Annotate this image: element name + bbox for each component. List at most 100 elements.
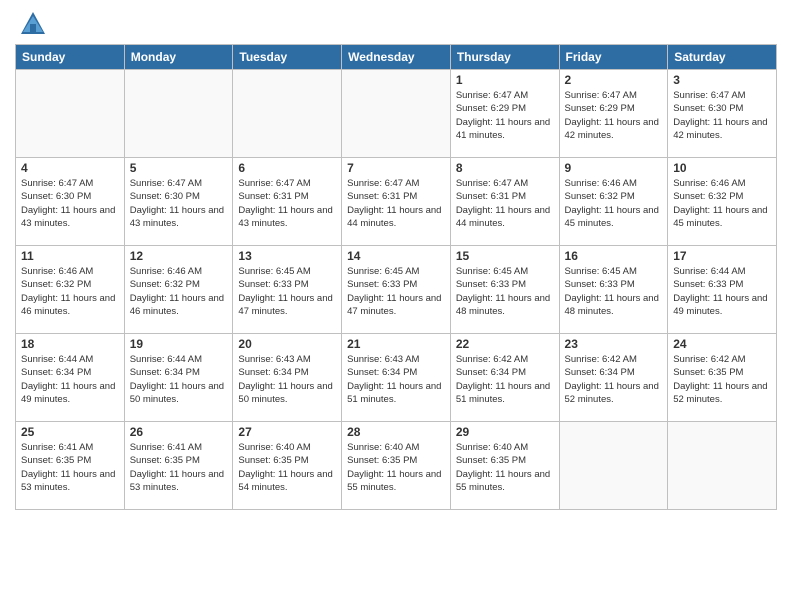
day-number: 2 bbox=[565, 73, 663, 87]
day-number: 12 bbox=[130, 249, 228, 263]
weekday-header-sunday: Sunday bbox=[16, 45, 125, 70]
day-cell: 26 Sunrise: 6:41 AM Sunset: 6:35 PM Dayli… bbox=[124, 422, 233, 510]
logo bbox=[15, 10, 47, 38]
day-info: Sunrise: 6:42 AM Sunset: 6:34 PM Dayligh… bbox=[565, 353, 663, 406]
day-cell bbox=[16, 70, 125, 158]
day-cell bbox=[668, 422, 777, 510]
day-info: Sunrise: 6:44 AM Sunset: 6:34 PM Dayligh… bbox=[21, 353, 119, 406]
day-info: Sunrise: 6:47 AM Sunset: 6:30 PM Dayligh… bbox=[673, 89, 771, 142]
day-cell: 1Sunrise: 6:47 AM Sunset: 6:29 PM Daylig… bbox=[450, 70, 559, 158]
day-info: Sunrise: 6:43 AM Sunset: 6:34 PM Dayligh… bbox=[347, 353, 445, 406]
weekday-header-thursday: Thursday bbox=[450, 45, 559, 70]
day-info: Sunrise: 6:46 AM Sunset: 6:32 PM Dayligh… bbox=[673, 177, 771, 230]
day-info: Sunrise: 6:47 AM Sunset: 6:31 PM Dayligh… bbox=[456, 177, 554, 230]
day-info: Sunrise: 6:45 AM Sunset: 6:33 PM Dayligh… bbox=[456, 265, 554, 318]
day-info: Sunrise: 6:41 AM Sunset: 6:35 PM Dayligh… bbox=[130, 441, 228, 494]
day-number: 19 bbox=[130, 337, 228, 351]
day-number: 23 bbox=[565, 337, 663, 351]
page: SundayMondayTuesdayWednesdayThursdayFrid… bbox=[0, 0, 792, 612]
day-cell: 5 Sunrise: 6:47 AM Sunset: 6:30 PM Daylig… bbox=[124, 158, 233, 246]
day-info: Sunrise: 6:45 AM Sunset: 6:33 PM Dayligh… bbox=[238, 265, 336, 318]
day-info: Sunrise: 6:47 AM Sunset: 6:31 PM Dayligh… bbox=[238, 177, 336, 230]
day-cell: 16 Sunrise: 6:45 AM Sunset: 6:33 PM Dayli… bbox=[559, 246, 668, 334]
day-number: 27 bbox=[238, 425, 336, 439]
day-info: Sunrise: 6:41 AM Sunset: 6:35 PM Dayligh… bbox=[21, 441, 119, 494]
day-number: 11 bbox=[21, 249, 119, 263]
day-number: 20 bbox=[238, 337, 336, 351]
day-cell: 17 Sunrise: 6:44 AM Sunset: 6:33 PM Dayli… bbox=[668, 246, 777, 334]
day-cell bbox=[124, 70, 233, 158]
day-number: 4 bbox=[21, 161, 119, 175]
day-cell: 22Sunrise: 6:42 AM Sunset: 6:34 PM Dayli… bbox=[450, 334, 559, 422]
weekday-header-wednesday: Wednesday bbox=[342, 45, 451, 70]
day-cell: 2 Sunrise: 6:47 AM Sunset: 6:29 PM Daylig… bbox=[559, 70, 668, 158]
day-cell: 24 Sunrise: 6:42 AM Sunset: 6:35 PM Dayli… bbox=[668, 334, 777, 422]
day-cell: 7 Sunrise: 6:47 AM Sunset: 6:31 PM Daylig… bbox=[342, 158, 451, 246]
day-number: 21 bbox=[347, 337, 445, 351]
day-info: Sunrise: 6:46 AM Sunset: 6:32 PM Dayligh… bbox=[565, 177, 663, 230]
day-cell: 12 Sunrise: 6:46 AM Sunset: 6:32 PM Dayli… bbox=[124, 246, 233, 334]
day-number: 17 bbox=[673, 249, 771, 263]
week-row-2: 11 Sunrise: 6:46 AM Sunset: 6:32 PM Dayli… bbox=[16, 246, 777, 334]
weekday-header-row: SundayMondayTuesdayWednesdayThursdayFrid… bbox=[16, 45, 777, 70]
day-info: Sunrise: 6:46 AM Sunset: 6:32 PM Dayligh… bbox=[130, 265, 228, 318]
day-info: Sunrise: 6:40 AM Sunset: 6:35 PM Dayligh… bbox=[347, 441, 445, 494]
day-info: Sunrise: 6:47 AM Sunset: 6:30 PM Dayligh… bbox=[130, 177, 228, 230]
day-cell: 29 Sunrise: 6:40 AM Sunset: 6:35 PM Dayli… bbox=[450, 422, 559, 510]
day-cell bbox=[559, 422, 668, 510]
day-info: Sunrise: 6:40 AM Sunset: 6:35 PM Dayligh… bbox=[238, 441, 336, 494]
day-number: 13 bbox=[238, 249, 336, 263]
day-cell: 14 Sunrise: 6:45 AM Sunset: 6:33 PM Dayli… bbox=[342, 246, 451, 334]
day-info: Sunrise: 6:45 AM Sunset: 6:33 PM Dayligh… bbox=[347, 265, 445, 318]
day-cell bbox=[342, 70, 451, 158]
week-row-3: 18 Sunrise: 6:44 AM Sunset: 6:34 PM Dayli… bbox=[16, 334, 777, 422]
day-number: 24 bbox=[673, 337, 771, 351]
day-info: Sunrise: 6:47 AM Sunset: 6:31 PM Dayligh… bbox=[347, 177, 445, 230]
week-row-0: 1Sunrise: 6:47 AM Sunset: 6:29 PM Daylig… bbox=[16, 70, 777, 158]
day-number: 22 bbox=[456, 337, 554, 351]
day-cell: 18 Sunrise: 6:44 AM Sunset: 6:34 PM Dayli… bbox=[16, 334, 125, 422]
weekday-header-saturday: Saturday bbox=[668, 45, 777, 70]
day-cell: 8 Sunrise: 6:47 AM Sunset: 6:31 PM Daylig… bbox=[450, 158, 559, 246]
day-cell: 27 Sunrise: 6:40 AM Sunset: 6:35 PM Dayli… bbox=[233, 422, 342, 510]
day-number: 14 bbox=[347, 249, 445, 263]
day-number: 7 bbox=[347, 161, 445, 175]
day-number: 3 bbox=[673, 73, 771, 87]
day-cell: 13 Sunrise: 6:45 AM Sunset: 6:33 PM Dayli… bbox=[233, 246, 342, 334]
day-cell: 28 Sunrise: 6:40 AM Sunset: 6:35 PM Dayli… bbox=[342, 422, 451, 510]
day-cell: 21 Sunrise: 6:43 AM Sunset: 6:34 PM Dayli… bbox=[342, 334, 451, 422]
day-info: Sunrise: 6:43 AM Sunset: 6:34 PM Dayligh… bbox=[238, 353, 336, 406]
day-info: Sunrise: 6:40 AM Sunset: 6:35 PM Dayligh… bbox=[456, 441, 554, 494]
weekday-header-monday: Monday bbox=[124, 45, 233, 70]
day-cell bbox=[233, 70, 342, 158]
day-number: 16 bbox=[565, 249, 663, 263]
header bbox=[15, 10, 777, 38]
day-info: Sunrise: 6:42 AM Sunset: 6:35 PM Dayligh… bbox=[673, 353, 771, 406]
week-row-1: 4 Sunrise: 6:47 AM Sunset: 6:30 PM Daylig… bbox=[16, 158, 777, 246]
day-info: Sunrise: 6:44 AM Sunset: 6:33 PM Dayligh… bbox=[673, 265, 771, 318]
day-number: 5 bbox=[130, 161, 228, 175]
day-number: 25 bbox=[21, 425, 119, 439]
day-info: Sunrise: 6:47 AM Sunset: 6:29 PM Dayligh… bbox=[456, 89, 554, 142]
weekday-header-tuesday: Tuesday bbox=[233, 45, 342, 70]
day-number: 8 bbox=[456, 161, 554, 175]
day-cell: 19Sunrise: 6:44 AM Sunset: 6:34 PM Dayli… bbox=[124, 334, 233, 422]
day-info: Sunrise: 6:45 AM Sunset: 6:33 PM Dayligh… bbox=[565, 265, 663, 318]
day-cell: 3 Sunrise: 6:47 AM Sunset: 6:30 PM Daylig… bbox=[668, 70, 777, 158]
day-number: 28 bbox=[347, 425, 445, 439]
day-cell: 11 Sunrise: 6:46 AM Sunset: 6:32 PM Dayli… bbox=[16, 246, 125, 334]
day-number: 10 bbox=[673, 161, 771, 175]
day-cell: 10 Sunrise: 6:46 AM Sunset: 6:32 PM Dayli… bbox=[668, 158, 777, 246]
day-number: 18 bbox=[21, 337, 119, 351]
day-number: 15 bbox=[456, 249, 554, 263]
day-info: Sunrise: 6:47 AM Sunset: 6:30 PM Dayligh… bbox=[21, 177, 119, 230]
day-number: 9 bbox=[565, 161, 663, 175]
day-cell: 4 Sunrise: 6:47 AM Sunset: 6:30 PM Daylig… bbox=[16, 158, 125, 246]
calendar: SundayMondayTuesdayWednesdayThursdayFrid… bbox=[15, 44, 777, 510]
day-info: Sunrise: 6:46 AM Sunset: 6:32 PM Dayligh… bbox=[21, 265, 119, 318]
day-number: 29 bbox=[456, 425, 554, 439]
day-number: 26 bbox=[130, 425, 228, 439]
day-number: 6 bbox=[238, 161, 336, 175]
day-info: Sunrise: 6:47 AM Sunset: 6:29 PM Dayligh… bbox=[565, 89, 663, 142]
week-row-4: 25 Sunrise: 6:41 AM Sunset: 6:35 PM Dayli… bbox=[16, 422, 777, 510]
